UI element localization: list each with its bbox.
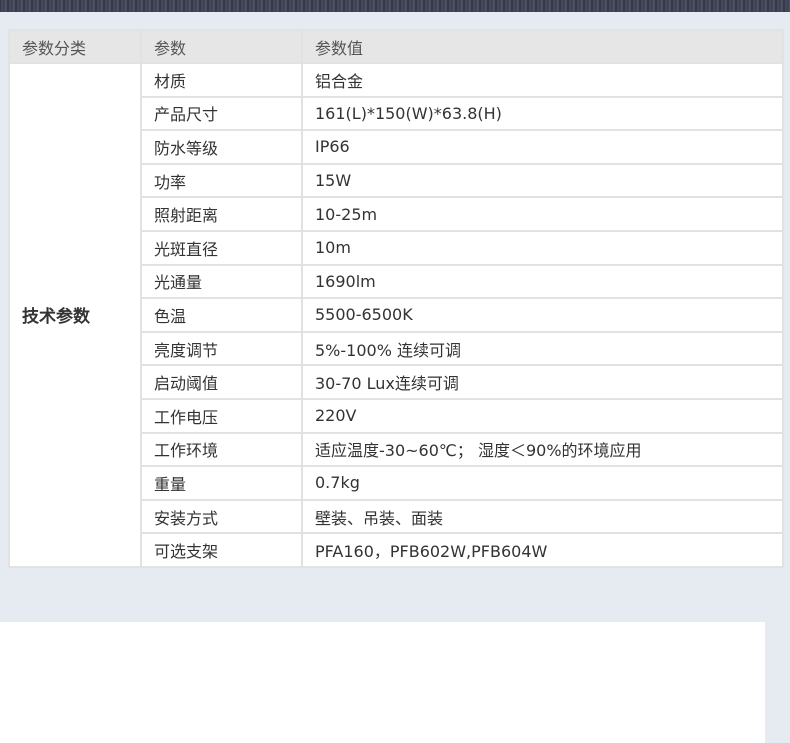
spec-table-body: 技术参数 材质 铝合金 产品尺寸 161(L)*150(W)*63.8(H) 防… — [8, 62, 784, 568]
value-cell: 铝合金 — [301, 62, 784, 98]
value-cell: 0.7kg — [301, 465, 784, 501]
header-parameter: 参数 — [140, 29, 303, 64]
param-cell: 亮度调节 — [140, 330, 303, 367]
value-cell: 220V — [301, 397, 784, 434]
value-cell: 5%-100% 连续可调 — [301, 330, 784, 367]
param-cell: 光斑直径 — [140, 229, 303, 266]
param-cell: 工作电压 — [140, 397, 303, 434]
value-cell: 15W — [301, 162, 784, 199]
value-cell: 适应温度-30~60℃； 湿度＜90%的环境应用 — [301, 431, 784, 468]
param-cell: 材质 — [140, 62, 303, 98]
spec-table-header: 参数分类 参数 参数值 — [8, 29, 784, 64]
value-cell: 10-25m — [301, 196, 784, 232]
header-row: 参数分类 参数 参数值 — [8, 29, 784, 64]
param-cell: 产品尺寸 — [140, 95, 303, 132]
param-cell: 照射距离 — [140, 196, 303, 232]
category-cell: 技术参数 — [8, 62, 142, 568]
param-cell: 光通量 — [140, 263, 303, 300]
value-cell: 30-70 Lux连续可调 — [301, 364, 784, 400]
value-cell: IP66 — [301, 129, 784, 165]
value-cell: 161(L)*150(W)*63.8(H) — [301, 95, 784, 132]
param-cell: 重量 — [140, 465, 303, 501]
spec-table: 参数分类 参数 参数值 技术参数 材质 铝合金 产品尺寸 161(L)*150(… — [8, 29, 784, 568]
param-cell: 防水等级 — [140, 129, 303, 165]
bottom-white-panel — [0, 622, 765, 743]
header-value: 参数值 — [301, 29, 784, 64]
param-cell: 功率 — [140, 162, 303, 199]
value-cell: 10m — [301, 229, 784, 266]
param-cell: 启动阈值 — [140, 364, 303, 400]
value-cell: 1690lm — [301, 263, 784, 300]
param-cell: 色温 — [140, 297, 303, 333]
param-cell: 工作环境 — [140, 431, 303, 468]
value-cell: 5500-6500K — [301, 297, 784, 333]
param-cell: 可选支架 — [140, 532, 303, 568]
value-cell: PFA160，PFB602W,PFB604W — [301, 532, 784, 568]
table-row: 技术参数 材质 铝合金 — [8, 62, 784, 568]
param-cell: 安装方式 — [140, 498, 303, 535]
top-banner-image — [0, 0, 790, 12]
header-category: 参数分类 — [8, 29, 142, 64]
value-cell: 壁装、吊装、面装 — [301, 498, 784, 535]
